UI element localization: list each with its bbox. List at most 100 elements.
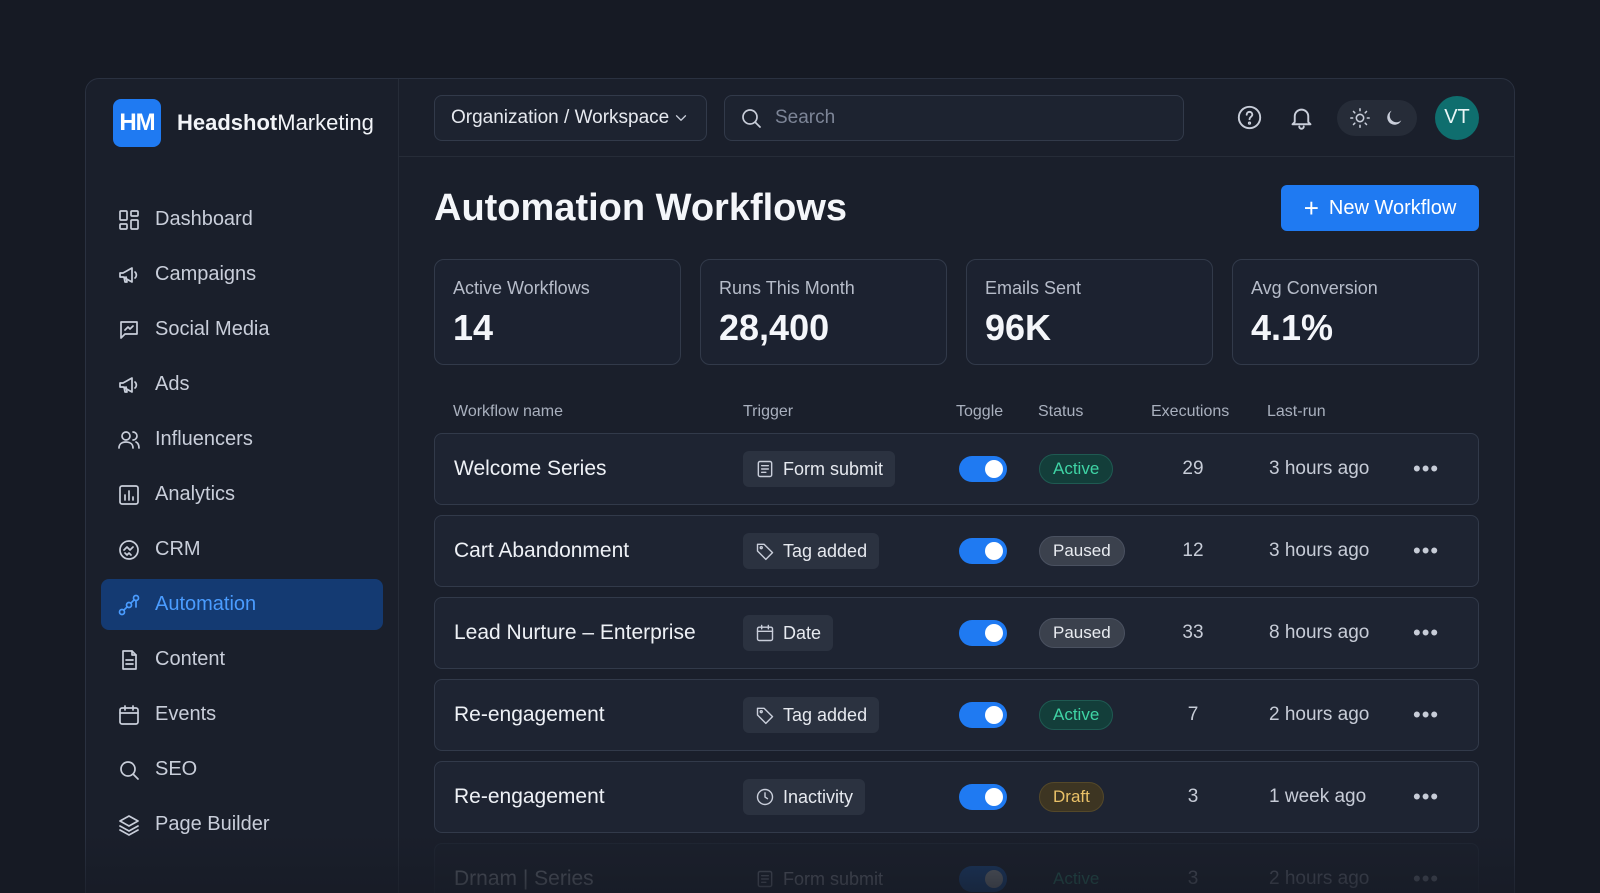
- stats-row: Active Workflows 14 Runs This Month 28,4…: [399, 259, 1514, 365]
- theme-toggle[interactable]: [1337, 99, 1417, 136]
- executions-count: 3: [1187, 868, 1199, 889]
- table-row[interactable]: Welcome Series Form submit Active 29 3 h…: [434, 433, 1479, 505]
- col-header-last-run[interactable]: Last-run: [1267, 403, 1326, 421]
- new-workflow-button[interactable]: + New Workflow: [1281, 185, 1479, 231]
- last-run: 2 hours ago: [1269, 868, 1370, 889]
- trigger-chip: Inactivity: [743, 779, 866, 815]
- executions-count: 3: [1187, 786, 1199, 807]
- table-header: Workflow name Trigger Toggle Status Exec…: [399, 393, 1514, 433]
- table-row[interactable]: Re-engagement Inactivity Draft 3 1 week …: [434, 761, 1479, 833]
- trigger-chip: Form submit: [743, 861, 895, 893]
- col-header-name[interactable]: Workflow name: [453, 403, 563, 421]
- org-workspace-label: Organization / Workspace: [451, 106, 670, 128]
- more-options-icon[interactable]: •••: [1413, 620, 1439, 646]
- search-input[interactable]: [775, 106, 1169, 129]
- workflow-toggle[interactable]: [959, 456, 1007, 482]
- trigger-label: Form submit: [783, 458, 884, 479]
- sidebar-item-events[interactable]: Events: [101, 689, 383, 740]
- table-row[interactable]: Cart Abandonment Tag added Paused 12 3 h…: [434, 515, 1479, 587]
- sidebar-item-content[interactable]: Content: [101, 634, 383, 685]
- stat-card-active-workflows: Active Workflows 14: [434, 259, 681, 365]
- table-row[interactable]: Lead Nurture – Enterprise Date Paused 33…: [434, 597, 1479, 669]
- sidebar-nav: Dashboard Campaigns Social Media Ads Inf…: [101, 194, 383, 850]
- sidebar-item-seo[interactable]: SEO: [101, 744, 383, 795]
- stat-card-runs-this-month: Runs This Month 28,400: [700, 259, 947, 365]
- grid-icon: [119, 209, 139, 230]
- sidebar-item-label: Page Builder: [155, 813, 270, 835]
- sidebar-item-automation[interactable]: Automation: [101, 579, 383, 630]
- workflow-name[interactable]: Drnam | Series: [454, 867, 594, 891]
- sun-icon[interactable]: [1349, 107, 1371, 129]
- moon-icon[interactable]: [1383, 107, 1405, 129]
- brand-logo: HM: [113, 99, 161, 147]
- sidebar-item-label: Ads: [155, 373, 190, 395]
- more-options-icon[interactable]: •••: [1413, 866, 1439, 892]
- table-row[interactable]: Drnam | Series Form submit Active 3 2 ho…: [434, 843, 1479, 893]
- workflow-name[interactable]: Cart Abandonment: [454, 539, 629, 563]
- brand[interactable]: HM HeadshotMarketing: [113, 99, 383, 147]
- status-badge: Active: [1053, 869, 1100, 888]
- workflow-name[interactable]: Re-engagement: [454, 703, 605, 727]
- calendar-icon: [756, 624, 774, 642]
- col-header-status[interactable]: Status: [1038, 403, 1083, 421]
- status-badge: Active: [1039, 454, 1114, 484]
- trigger-chip: Form submit: [743, 451, 896, 487]
- trigger-label: Date: [783, 622, 822, 643]
- table-row[interactable]: Re-engagement Tag added Active 7 2 hours…: [434, 679, 1479, 751]
- sidebar-item-social-media[interactable]: Social Media: [101, 304, 383, 355]
- col-header-toggle[interactable]: Toggle: [956, 403, 1003, 421]
- workflow-name[interactable]: Welcome Series: [454, 457, 607, 481]
- sidebar-item-campaigns[interactable]: Campaigns: [101, 249, 383, 300]
- workflow-toggle[interactable]: [959, 620, 1007, 646]
- sidebar-item-ads[interactable]: Ads: [101, 359, 383, 410]
- notifications-button[interactable]: [1283, 100, 1319, 136]
- stat-label: Active Workflows: [453, 278, 590, 298]
- workflow-list: Welcome Series Form submit Active 29 3 h…: [399, 433, 1514, 893]
- document-icon: [122, 649, 137, 670]
- clock-icon: [756, 788, 774, 806]
- executions-count: 33: [1182, 622, 1204, 643]
- more-options-icon[interactable]: •••: [1413, 702, 1439, 728]
- sidebar-item-label: Events: [155, 703, 217, 725]
- stat-value: 28,400: [719, 307, 830, 348]
- sidebar-item-analytics[interactable]: Analytics: [101, 469, 383, 520]
- stat-value: 14: [453, 307, 494, 348]
- sidebar-item-label: Dashboard: [155, 208, 253, 230]
- form-icon: [757, 870, 773, 888]
- bar-chart-icon: [119, 484, 139, 505]
- avatar[interactable]: VT: [1435, 95, 1479, 140]
- users-icon: [118, 430, 140, 449]
- sidebar-item-crm[interactable]: CRM: [101, 524, 383, 575]
- search-icon: [120, 760, 139, 780]
- status-badge: Draft: [1039, 782, 1104, 812]
- workflow-toggle[interactable]: [959, 866, 1007, 892]
- workflow-toggle[interactable]: [959, 702, 1007, 728]
- workflow-name[interactable]: Lead Nurture – Enterprise: [454, 621, 696, 645]
- workflow-toggle[interactable]: [959, 538, 1007, 564]
- sidebar-item-dashboard[interactable]: Dashboard: [101, 194, 383, 245]
- status-badge: Active: [1039, 700, 1114, 730]
- sidebar-item-influencers[interactable]: Influencers: [101, 414, 383, 465]
- tag-icon: [756, 707, 774, 725]
- more-options-icon[interactable]: •••: [1413, 456, 1439, 482]
- col-header-trigger[interactable]: Trigger: [743, 403, 793, 421]
- sidebar-item-label: Social Media: [155, 318, 270, 340]
- stat-value: 96K: [985, 307, 1052, 348]
- workflow-name[interactable]: Re-engagement: [454, 785, 605, 809]
- more-options-icon[interactable]: •••: [1413, 784, 1439, 810]
- app-window: HM HeadshotMarketing Dashboard Campaigns…: [85, 78, 1515, 893]
- stat-card-emails-sent: Emails Sent 96K: [966, 259, 1213, 365]
- org-workspace-select[interactable]: Organization / Workspace: [434, 94, 707, 141]
- help-button[interactable]: [1231, 100, 1267, 136]
- stat-card-avg-conversion: Avg Conversion 4.1%: [1232, 259, 1479, 365]
- search-icon: [742, 108, 761, 128]
- col-header-executions[interactable]: Executions: [1151, 403, 1229, 421]
- more-options-icon[interactable]: •••: [1413, 538, 1439, 564]
- trigger-chip: Tag added: [743, 533, 880, 569]
- page-header: Automation Workflows + New Workflow: [399, 185, 1514, 231]
- workflow-toggle[interactable]: [959, 784, 1007, 810]
- trigger-label: Inactivity: [783, 786, 854, 807]
- executions-count: 12: [1182, 540, 1204, 561]
- sidebar-item-page-builder[interactable]: Page Builder: [101, 799, 383, 850]
- sidebar-item-label: Analytics: [155, 483, 236, 505]
